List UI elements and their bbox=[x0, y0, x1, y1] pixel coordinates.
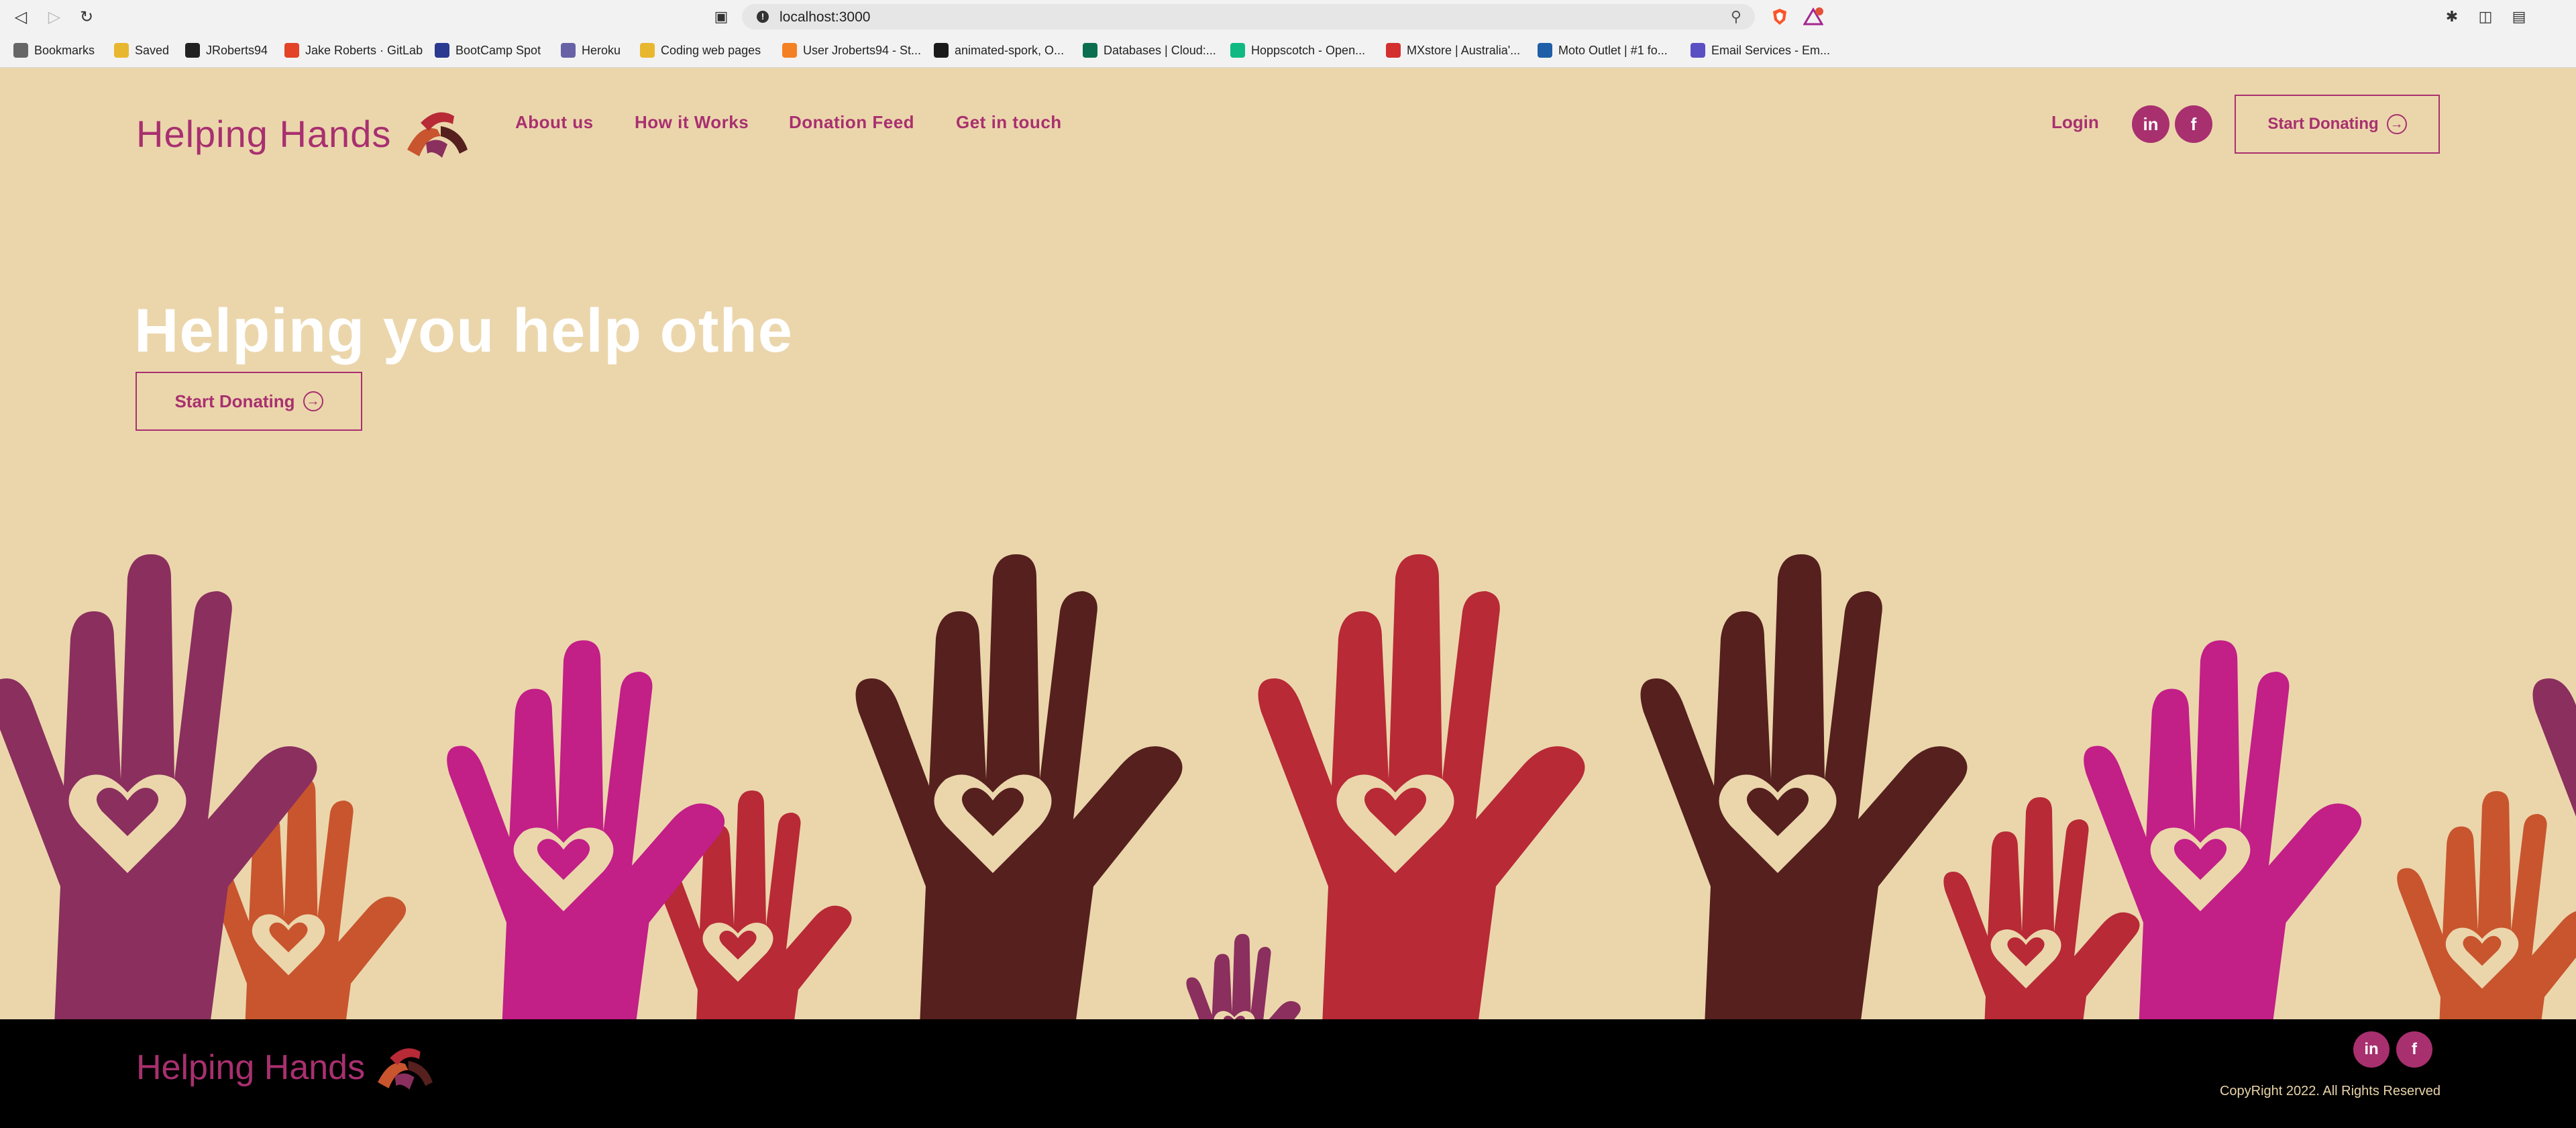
facebook-icon[interactable]: f bbox=[2175, 105, 2212, 143]
bookmark-item[interactable]: Saved bbox=[114, 42, 169, 59]
brave-rewards-icon[interactable] bbox=[1803, 7, 1823, 27]
nav-donation-feed[interactable]: Donation Feed bbox=[789, 112, 914, 133]
mxstore-icon bbox=[1386, 43, 1401, 58]
header-start-donating-button[interactable]: Start Donating → bbox=[2235, 95, 2440, 154]
folder-icon bbox=[640, 43, 655, 58]
hero-start-donating-label: Start Donating bbox=[174, 391, 295, 411]
folder-icon bbox=[114, 43, 129, 58]
nav-about-us[interactable]: About us bbox=[515, 112, 594, 133]
bookmarks-icon bbox=[13, 43, 28, 58]
bookmark-item[interactable]: BootCamp Spot bbox=[435, 42, 541, 59]
zoom-icon[interactable]: ⚲ bbox=[1731, 8, 1741, 25]
email-services-icon bbox=[1690, 43, 1705, 58]
motooutlet-icon bbox=[1538, 43, 1552, 58]
bookmark-item[interactable]: Moto Outlet | #1 fo... bbox=[1538, 42, 1668, 59]
bookmark-item[interactable]: Jake Roberts · GitLab bbox=[284, 42, 423, 59]
footer-brand-logo[interactable]: Helping Hands bbox=[136, 1038, 439, 1097]
bookmark-item[interactable]: User Jroberts94 - St... bbox=[782, 42, 921, 59]
linkedin-icon[interactable]: in bbox=[2132, 105, 2169, 143]
login-link[interactable]: Login bbox=[2051, 112, 2099, 133]
arrow-right-icon: → bbox=[2386, 114, 2407, 134]
address-bar[interactable]: ! localhost:3000 ⚲ bbox=[742, 4, 1755, 30]
hands-logo-icon bbox=[407, 112, 468, 158]
bookmark-item[interactable]: Bookmarks bbox=[13, 42, 95, 59]
bookmarks-bar: Bookmarks Saved JRoberts94 Jake Roberts … bbox=[0, 34, 2576, 68]
extensions-icon[interactable]: ✱ bbox=[2442, 7, 2462, 27]
footer: Helping Hands in f CopyRight 2022. All R… bbox=[0, 1019, 2576, 1128]
footer-linkedin-icon[interactable]: in bbox=[2353, 1031, 2390, 1068]
mongodb-icon bbox=[1083, 43, 1097, 58]
bookmark-item[interactable]: Email Services - Em... bbox=[1690, 42, 1830, 59]
page-content: Helping Hands About us How it Works Dona… bbox=[0, 68, 2576, 1019]
hoppscotch-icon bbox=[1230, 43, 1245, 58]
forward-icon[interactable]: ▷ bbox=[44, 7, 64, 27]
bookmark-item[interactable]: animated-spork, O... bbox=[934, 42, 1064, 59]
header-start-donating-label: Start Donating bbox=[2267, 115, 2379, 133]
bootcamp-icon bbox=[435, 43, 449, 58]
hero-start-donating-button[interactable]: Start Donating → bbox=[136, 372, 362, 431]
nav-get-in-touch[interactable]: Get in touch bbox=[956, 112, 1062, 133]
footer-hands-logo-icon bbox=[378, 1048, 433, 1090]
github-icon bbox=[185, 43, 200, 58]
wallet-icon[interactable]: ▤ bbox=[2509, 7, 2529, 27]
back-icon[interactable]: ◁ bbox=[11, 7, 31, 27]
brand-name: Helping Hands bbox=[136, 112, 392, 155]
nav-how-it-works[interactable]: How it Works bbox=[635, 112, 749, 133]
bookmark-item[interactable]: JRoberts94 bbox=[185, 42, 268, 59]
bookmark-item[interactable]: Heroku bbox=[561, 42, 621, 59]
browser-toolbar: ◁ ▷ ↻ ▣ ! localhost:3000 ⚲ ✱ ◫ ▤ bbox=[0, 0, 2576, 34]
replit-icon bbox=[934, 43, 949, 58]
bookmark-page-icon[interactable]: ▣ bbox=[711, 7, 731, 27]
arrow-right-icon: → bbox=[303, 391, 323, 411]
footer-brand-name: Helping Hands bbox=[136, 1048, 366, 1087]
brand-logo[interactable]: Helping Hands bbox=[136, 103, 474, 164]
stackoverflow-icon bbox=[782, 43, 797, 58]
bookmark-item[interactable]: Databases | Cloud:... bbox=[1083, 42, 1216, 59]
sidebar-icon[interactable]: ◫ bbox=[2475, 7, 2496, 27]
raised-hands-illustration bbox=[0, 554, 2576, 1019]
bookmark-item[interactable]: MXstore | Australia'... bbox=[1386, 42, 1520, 59]
copyright-text: CopyRight 2022. All Rights Reserved bbox=[2219, 1084, 2440, 1098]
hero-title: Helping you help othe bbox=[134, 297, 793, 365]
reload-icon[interactable]: ↻ bbox=[76, 7, 97, 27]
heroku-icon bbox=[561, 43, 576, 58]
bookmark-item[interactable]: Coding web pages bbox=[640, 42, 761, 59]
footer-facebook-icon[interactable]: f bbox=[2396, 1031, 2432, 1068]
site-info-icon[interactable]: ! bbox=[757, 11, 769, 23]
gitlab-icon bbox=[284, 43, 299, 58]
brave-shield-icon[interactable] bbox=[1770, 7, 1790, 27]
bookmark-item[interactable]: Hoppscotch - Open... bbox=[1230, 42, 1365, 59]
url-text: localhost:3000 bbox=[780, 9, 871, 25]
